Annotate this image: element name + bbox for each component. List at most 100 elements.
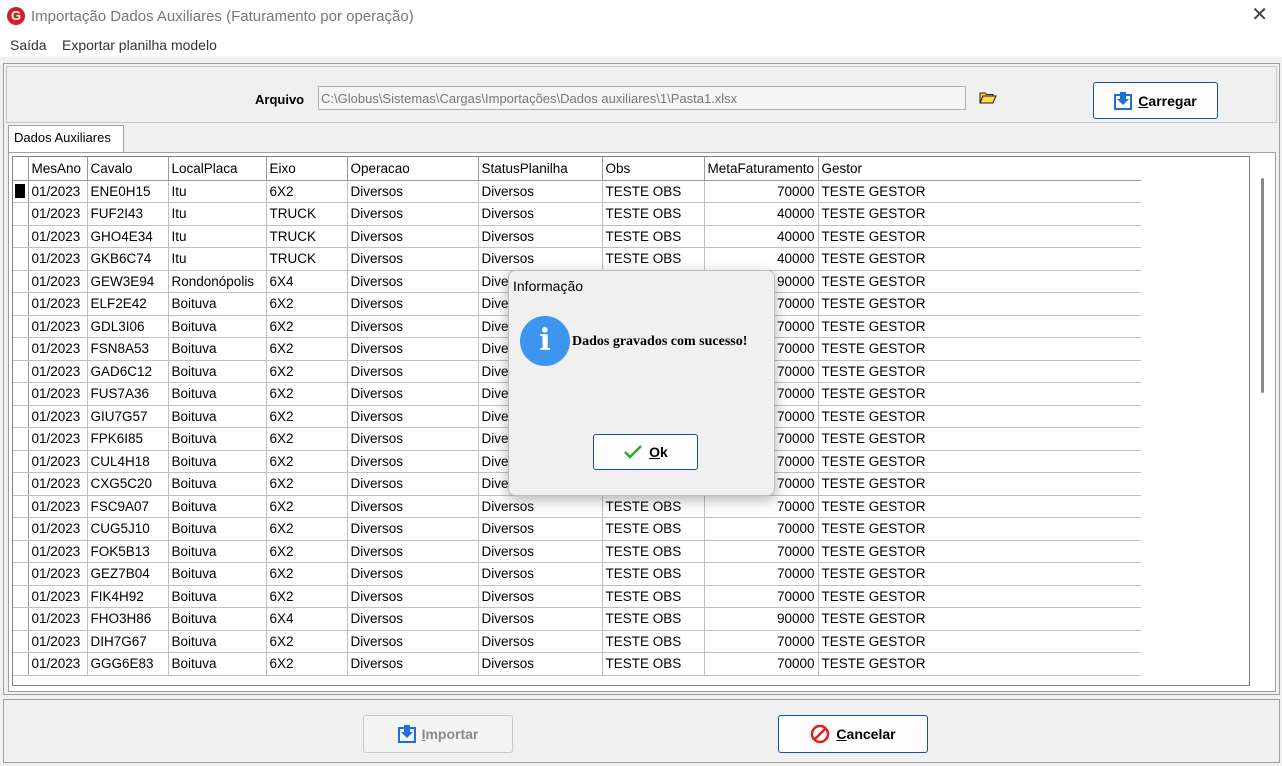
table-cell[interactable]: 01/2023 <box>28 180 88 203</box>
table-cell[interactable]: 01/2023 <box>28 562 88 586</box>
column-header-mesano[interactable]: MesAno <box>28 157 88 181</box>
table-cell[interactable]: FUF2I43 <box>87 202 169 226</box>
table-cell[interactable]: 01/2023 <box>28 540 88 563</box>
table-cell[interactable]: 6X2 <box>266 315 348 338</box>
table-cell[interactable]: FHO3H86 <box>87 607 169 631</box>
table-cell[interactable]: Boituva <box>168 337 267 361</box>
table-cell[interactable]: TESTE GESTOR <box>818 270 1141 293</box>
table-cell[interactable]: Boituva <box>168 427 267 451</box>
file-path-input[interactable] <box>318 86 966 110</box>
table-row[interactable]: 01/2023 DIH7G67 Boituva 6X2 Diversos Diversos… <box>13 630 1141 653</box>
table-cell[interactable]: 6X2 <box>266 427 348 451</box>
table-cell[interactable]: Boituva <box>168 315 267 338</box>
table-cell[interactable]: 6X2 <box>266 630 348 653</box>
table-cell[interactable]: 01/2023 <box>28 315 88 338</box>
row-indicator[interactable] <box>13 562 29 586</box>
table-cell[interactable]: Boituva <box>168 360 267 383</box>
table-cell[interactable]: TESTE GESTOR <box>818 427 1141 451</box>
table-cell[interactable]: 6X2 <box>266 360 348 383</box>
table-cell[interactable]: TESTE OBS <box>602 562 705 586</box>
table-cell[interactable]: Boituva <box>168 450 267 473</box>
table-cell[interactable]: FUS7A36 <box>87 382 169 406</box>
table-cell[interactable]: Boituva <box>168 585 267 608</box>
close-icon[interactable]: ✕ <box>1251 5 1268 25</box>
column-header-statusplanilha[interactable]: StatusPlanilha <box>478 157 603 181</box>
table-cell[interactable]: TESTE OBS <box>602 202 705 226</box>
table-cell[interactable]: 6X2 <box>266 450 348 473</box>
table-cell[interactable]: 01/2023 <box>28 517 88 541</box>
table-cell[interactable]: TESTE OBS <box>602 585 705 608</box>
table-cell[interactable]: 6X2 <box>266 652 348 676</box>
table-cell[interactable]: ELF2E42 <box>87 292 169 316</box>
table-cell[interactable]: Diversos <box>478 630 603 653</box>
table-cell[interactable]: Diversos <box>347 247 479 271</box>
table-cell[interactable]: Diversos <box>347 360 479 383</box>
row-indicator[interactable] <box>13 540 29 563</box>
row-indicator[interactable] <box>13 450 29 473</box>
table-cell[interactable]: Rondonópolis <box>168 270 267 293</box>
table-cell[interactable]: GEZ7B04 <box>87 562 169 586</box>
row-indicator[interactable] <box>13 337 29 361</box>
table-cell[interactable]: 01/2023 <box>28 292 88 316</box>
table-cell[interactable]: Boituva <box>168 405 267 428</box>
table-cell[interactable]: Boituva <box>168 292 267 316</box>
table-cell[interactable]: TESTE GESTOR <box>818 607 1141 631</box>
table-cell[interactable]: Boituva <box>168 472 267 496</box>
table-cell[interactable]: Diversos <box>478 247 603 271</box>
table-cell[interactable]: TESTE OBS <box>602 540 705 563</box>
table-cell[interactable]: 6X4 <box>266 607 348 631</box>
table-cell[interactable]: TESTE GESTOR <box>818 517 1141 541</box>
table-cell[interactable]: Diversos <box>347 292 479 316</box>
row-indicator[interactable] <box>13 382 29 406</box>
table-cell[interactable]: Boituva <box>168 607 267 631</box>
table-cell[interactable]: Diversos <box>347 517 479 541</box>
row-indicator[interactable] <box>13 247 29 271</box>
table-cell[interactable]: TRUCK <box>266 202 348 226</box>
table-cell[interactable]: TESTE GESTOR <box>818 495 1141 518</box>
table-cell[interactable]: 6X2 <box>266 382 348 406</box>
row-indicator[interactable] <box>13 607 29 631</box>
table-cell[interactable]: 70000 <box>704 540 819 563</box>
table-cell[interactable]: 6X2 <box>266 405 348 428</box>
table-cell[interactable]: 6X2 <box>266 495 348 518</box>
table-cell[interactable]: GAD6C12 <box>87 360 169 383</box>
table-cell[interactable]: Itu <box>168 180 267 203</box>
row-indicator[interactable] <box>13 405 29 428</box>
table-row[interactable]: 01/2023 FUF2I43 Itu TRUCK Diversos Diversos TE… <box>13 202 1141 226</box>
table-cell[interactable]: 70000 <box>704 562 819 586</box>
row-indicator[interactable] <box>13 652 29 676</box>
table-row[interactable]: 01/2023 FHO3H86 Boituva 6X4 Diversos Diversos… <box>13 607 1141 631</box>
table-cell[interactable]: Diversos <box>347 225 479 248</box>
table-cell[interactable]: 70000 <box>704 630 819 653</box>
table-cell[interactable]: 90000 <box>704 607 819 631</box>
vertical-scrollbar[interactable] <box>1254 156 1271 686</box>
table-cell[interactable]: GGG6E83 <box>87 652 169 676</box>
table-cell[interactable]: 70000 <box>704 652 819 676</box>
column-header-metafaturamento[interactable]: MetaFaturamento <box>704 157 819 181</box>
table-cell[interactable]: Boituva <box>168 517 267 541</box>
table-cell[interactable]: Diversos <box>347 630 479 653</box>
table-cell[interactable]: 01/2023 <box>28 630 88 653</box>
ok-button[interactable]: Ok <box>593 434 698 470</box>
row-indicator[interactable] <box>13 585 29 608</box>
menu-item-saida[interactable]: Saída <box>10 37 47 53</box>
table-cell[interactable]: Diversos <box>347 450 479 473</box>
table-cell[interactable]: TRUCK <box>266 225 348 248</box>
table-row[interactable]: 01/2023 CUG5J10 Boituva 6X2 Diversos Diversos… <box>13 517 1141 541</box>
table-cell[interactable]: Diversos <box>347 315 479 338</box>
table-cell[interactable]: Boituva <box>168 562 267 586</box>
table-cell[interactable]: Diversos <box>478 517 603 541</box>
cancel-button[interactable]: Cancelar <box>778 715 928 753</box>
table-cell[interactable]: 6X2 <box>266 180 348 203</box>
table-cell[interactable]: TESTE GESTOR <box>818 292 1141 316</box>
table-cell[interactable]: Diversos <box>478 607 603 631</box>
table-cell[interactable]: 6X2 <box>266 337 348 361</box>
row-indicator[interactable] <box>13 630 29 653</box>
table-cell[interactable]: 01/2023 <box>28 495 88 518</box>
table-cell[interactable]: Diversos <box>347 585 479 608</box>
table-cell[interactable]: Diversos <box>478 180 603 203</box>
table-cell[interactable]: 6X2 <box>266 562 348 586</box>
tab-dados-auxiliares[interactable]: Dados Auxiliares <box>8 125 124 152</box>
table-cell[interactable]: FPK6I85 <box>87 427 169 451</box>
table-cell[interactable]: TESTE GESTOR <box>818 450 1141 473</box>
